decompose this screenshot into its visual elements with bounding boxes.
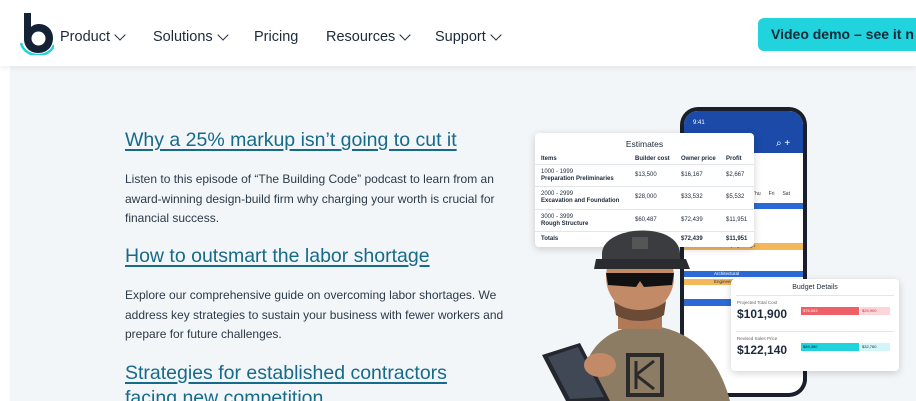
builder-cost: $13,500 <box>635 172 657 178</box>
phone-time: 9:41 <box>693 120 705 126</box>
table-row: 2000 - 2999 Excavation and Foundation $2… <box>535 186 754 211</box>
nav-item-product[interactable]: Product <box>60 29 126 45</box>
article-link-markup[interactable]: Why a 25% markup isn’t going to cut it <box>125 129 457 152</box>
nav-item-label: Solutions <box>153 29 213 45</box>
day-label: Fri <box>768 191 775 197</box>
day-label: Sat <box>782 191 790 197</box>
article-link-competition[interactable]: Strategies for established contractors f… <box>125 361 485 401</box>
column-header: Owner price <box>681 156 716 162</box>
budget-bar: $32,760 <box>860 343 890 351</box>
item-code: 2000 - 2999 <box>541 191 574 197</box>
owner-price: $33,532 <box>681 194 703 200</box>
column-header: Profit <box>726 156 742 162</box>
search-plus-icon: ⌕ + <box>776 138 791 149</box>
nav-item-label: Product <box>60 29 110 45</box>
builder-cost: $28,000 <box>635 194 657 200</box>
chevron-down-icon <box>399 29 411 41</box>
chevron-down-icon <box>490 29 502 41</box>
nav-item-label: Pricing <box>254 29 299 45</box>
nav-item-label: Support <box>435 29 486 45</box>
item-code: 1000 - 1999 <box>541 169 574 175</box>
contractor-photo <box>542 230 730 401</box>
nav-item-resources[interactable]: Resources <box>326 29 411 45</box>
profit: $5,532 <box>726 194 745 200</box>
nav-item-label: Resources <box>326 29 396 45</box>
budget-title: Budget Details <box>792 284 838 291</box>
nav-item-solutions[interactable]: Solutions <box>153 29 229 45</box>
budget-bar: $25,900 <box>860 307 890 315</box>
nav-item-support[interactable]: Support <box>435 29 502 45</box>
owner-price: $16,167 <box>681 172 703 178</box>
budget-details-card: Budget Details Projected Total Cost $101… <box>731 279 899 371</box>
video-demo-button[interactable]: Video demo – see it n <box>758 18 916 51</box>
budget-bar: $76,003 <box>801 307 859 315</box>
column-header: Items <box>541 156 557 162</box>
top-navigation: Product Solutions Pricing Resources Supp… <box>0 0 916 66</box>
column-header: Builder cost <box>635 156 670 162</box>
item-name: Preparation Preliminaries <box>541 176 614 182</box>
article-link-labor-shortage[interactable]: How to outsmart the labor shortage <box>125 245 430 268</box>
brand-logo-icon[interactable] <box>20 13 54 55</box>
nav-item-pricing[interactable]: Pricing <box>254 29 298 45</box>
article-description: Listen to this episode of “The Building … <box>125 172 495 225</box>
item-name: Excavation and Foundation <box>541 198 620 204</box>
article-description: Explore our comprehensive guide on overc… <box>125 288 504 341</box>
estimates-title: Estimates <box>625 139 664 149</box>
budget-bar: $89,380 <box>801 343 859 351</box>
profit: $2,667 <box>726 172 745 178</box>
day-header: Thu Fri Sat <box>752 191 790 197</box>
chevron-down-icon <box>216 29 229 41</box>
chevron-down-icon <box>114 29 126 41</box>
